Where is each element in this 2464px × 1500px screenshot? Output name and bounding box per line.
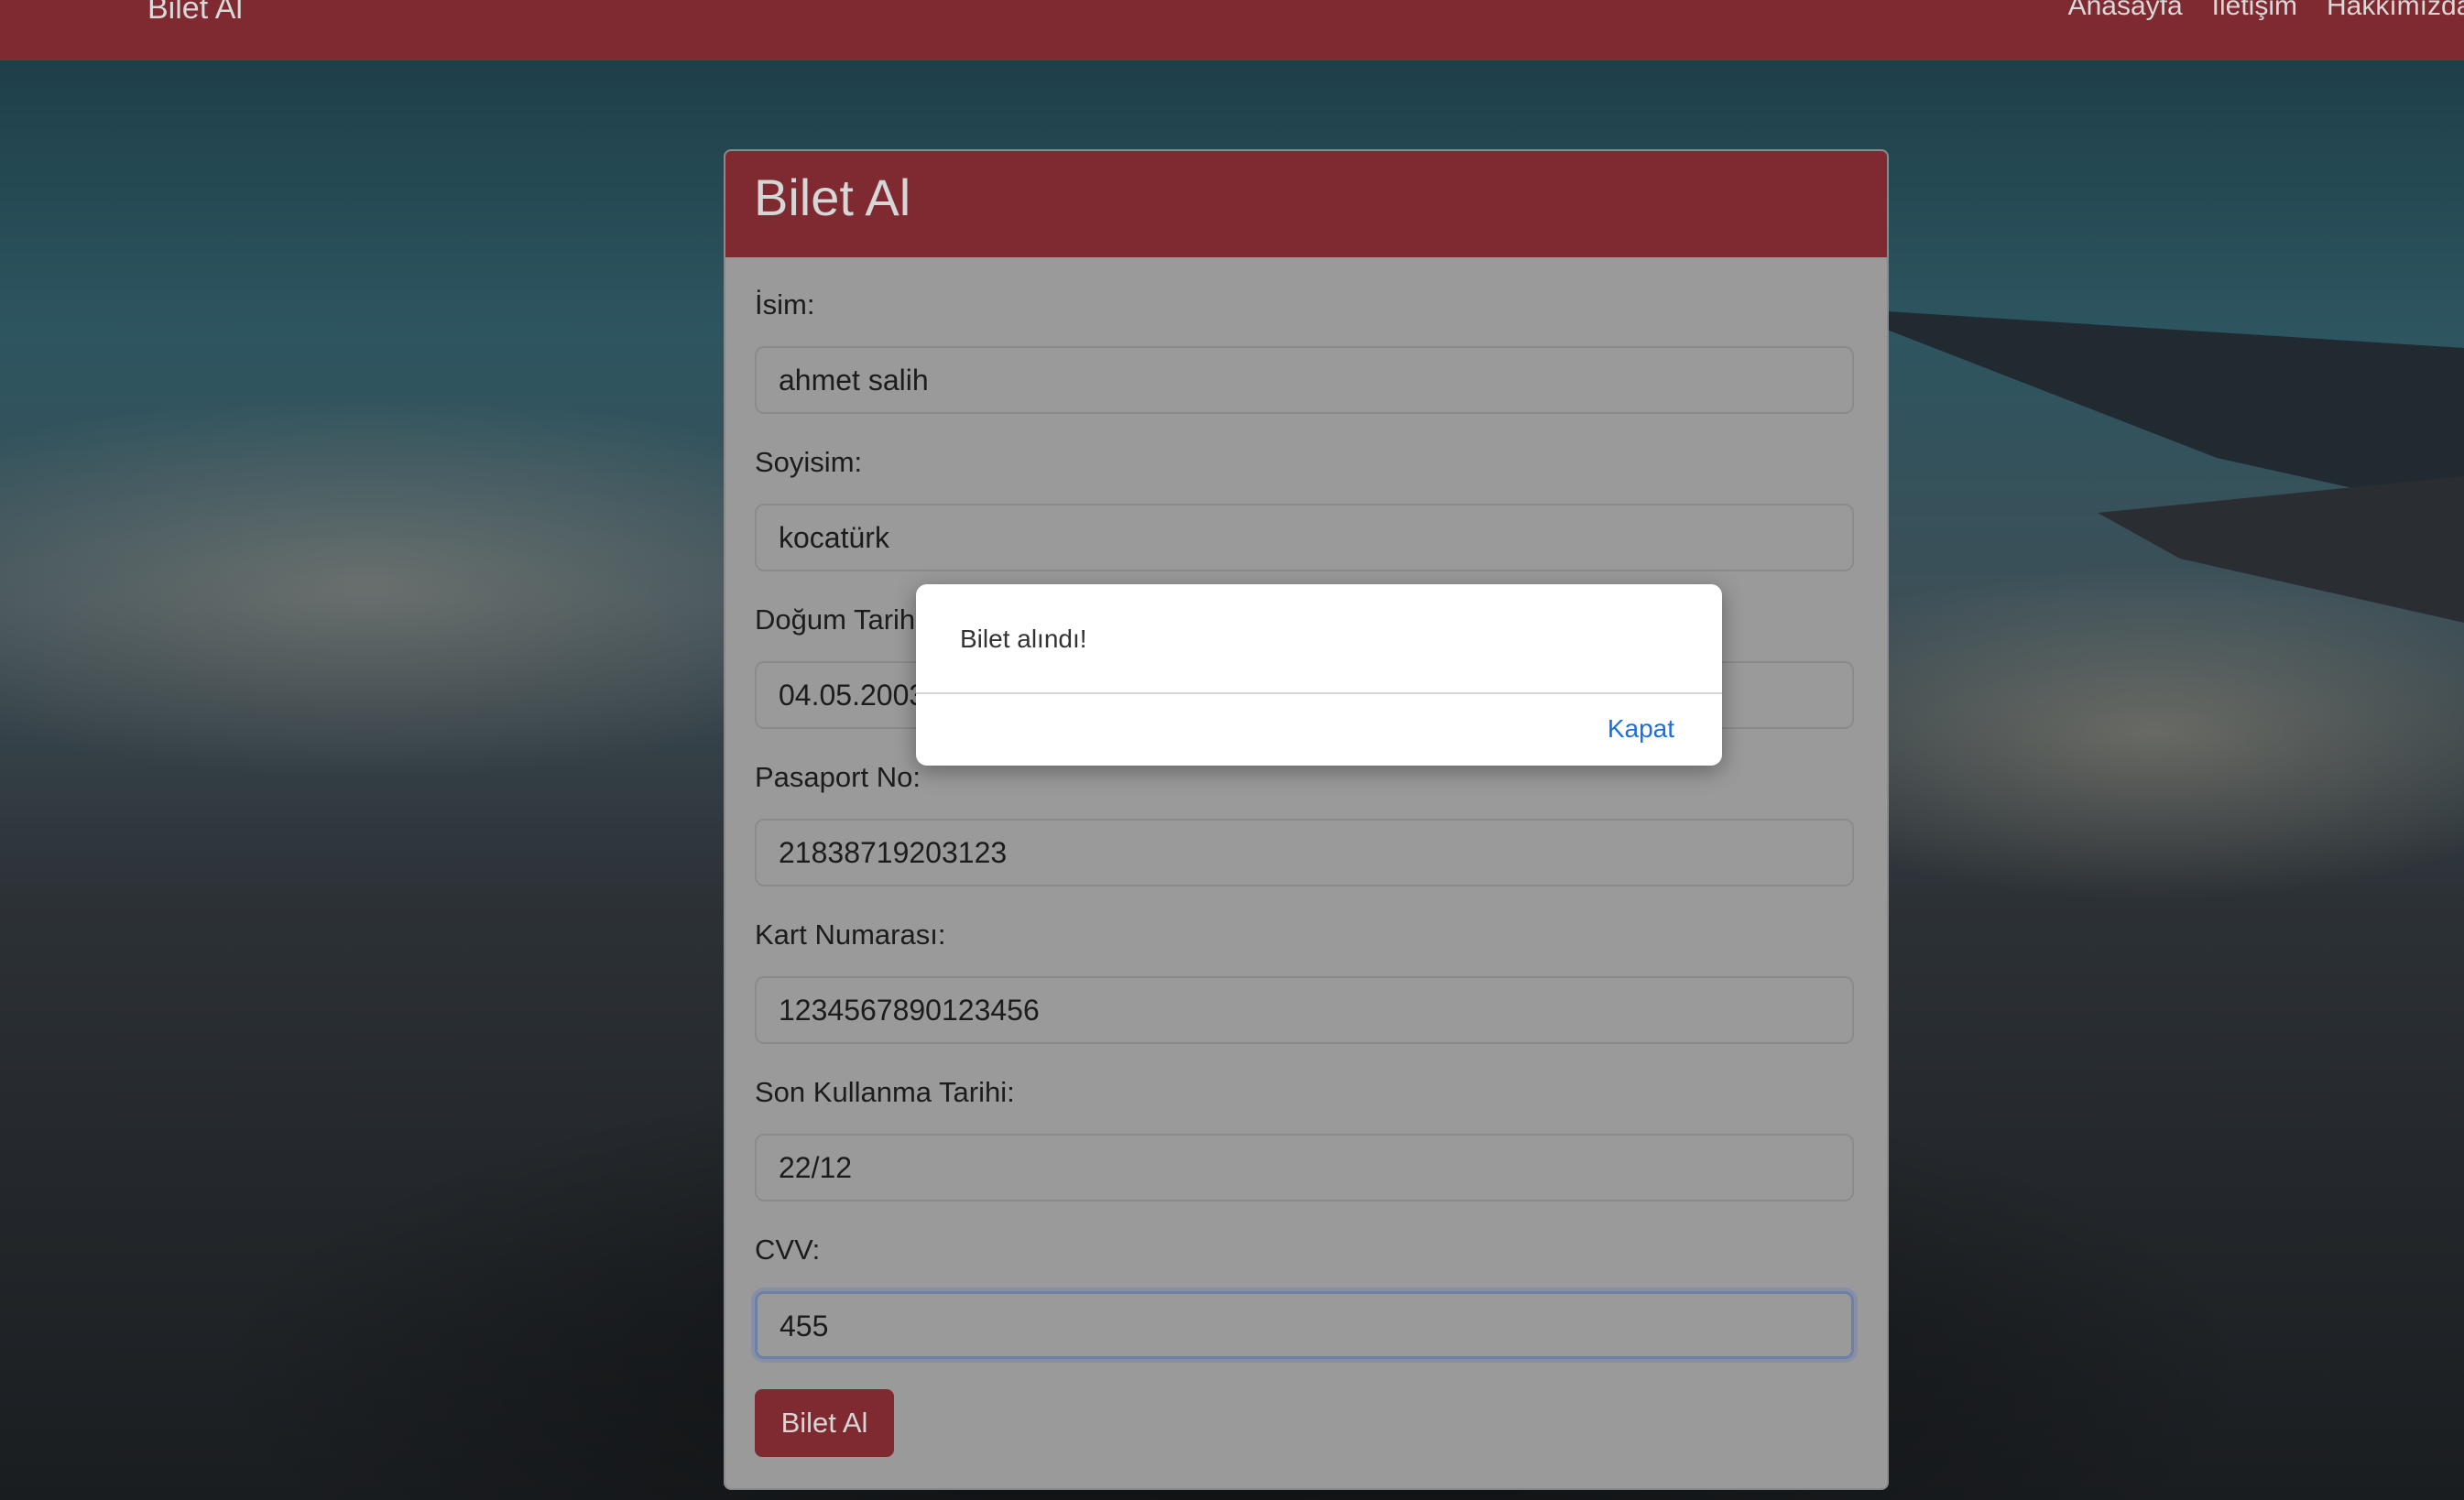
card-number-label: Kart Numarası: [755, 918, 946, 951]
card-title: Bilet Al [754, 168, 911, 226]
alert-close-button[interactable]: Kapat [1608, 714, 1674, 744]
passport-number-input[interactable]: 21838719203123 [755, 819, 1854, 886]
first-name-input[interactable]: ahmet salih [755, 346, 1854, 414]
alert-divider [916, 692, 1722, 694]
alert-message: Bilet alındı! [960, 625, 1087, 653]
ticket-form-card: Bilet Al İsim: ahmet salih Soyisim: koca… [724, 149, 1889, 1490]
last-name-input[interactable]: kocatürk [755, 504, 1854, 571]
expiry-date-label: Son Kullanma Tarihi: [755, 1076, 1015, 1108]
wing-engine-shape [2098, 476, 2464, 623]
alert-dialog: Bilet alındı! Kapat [916, 584, 1722, 766]
nav-link-contact[interactable]: İletişim [2212, 0, 2297, 22]
cvv-input[interactable]: 455 [755, 1291, 1854, 1359]
expiry-date-input[interactable]: 22/12 [755, 1134, 1854, 1201]
navbar-brand[interactable]: Bilet Al [147, 0, 243, 27]
card-number-input[interactable]: 1234567890123456 [755, 976, 1854, 1044]
birth-date-label: Doğum Tarihi: [755, 603, 930, 636]
first-name-label: İsim: [755, 288, 815, 321]
nav-link-about[interactable]: Hakkımızda [2327, 0, 2464, 22]
wing-shape [1887, 311, 2464, 513]
navbar-links: Anasayfa İletişim Hakkımızda [2068, 0, 2464, 22]
card-header: Bilet Al [725, 151, 1887, 257]
last-name-label: Soyisim: [755, 446, 863, 478]
buy-ticket-button[interactable]: Bilet Al [755, 1389, 894, 1457]
nav-link-home[interactable]: Anasayfa [2068, 0, 2183, 22]
passport-number-label: Pasaport No: [755, 761, 921, 793]
navbar: Bilet Al Anasayfa İletişim Hakkımızda [0, 0, 2464, 60]
cvv-label: CVV: [755, 1234, 821, 1266]
